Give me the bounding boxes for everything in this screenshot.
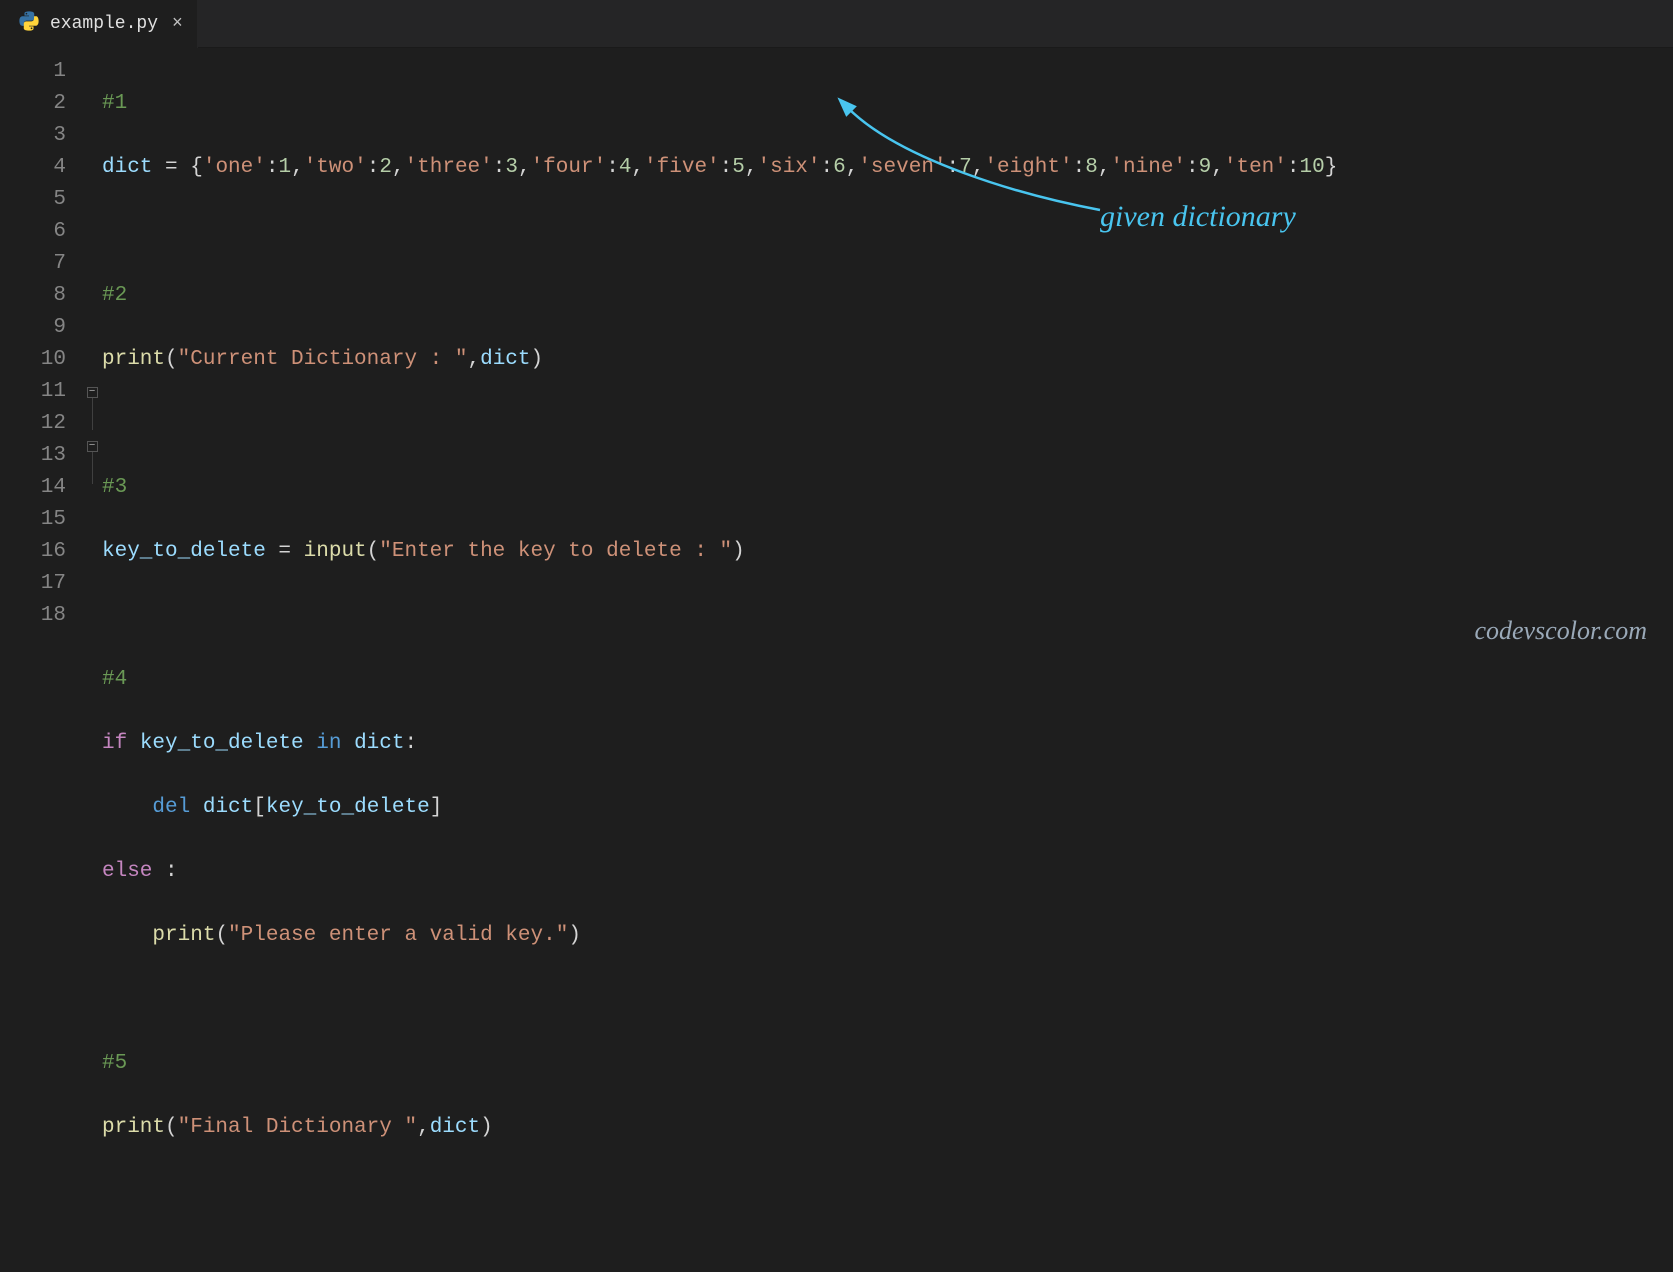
code-comment: #5 — [102, 1052, 127, 1075]
code-line: print("Final Dictionary ",dict) — [102, 1112, 1673, 1144]
line-number: 10 — [0, 344, 66, 376]
line-number: 18 — [0, 600, 66, 632]
tab-filename: example.py — [50, 14, 158, 34]
fold-collapse-icon[interactable]: − — [87, 441, 98, 452]
line-number-gutter: 1 2 3 4 5 6 7 8 9 10 11 12 13 14 15 16 1… — [0, 56, 82, 1272]
line-number: 2 — [0, 88, 66, 120]
watermark: codevscolor.com — [1474, 616, 1647, 646]
line-number: 7 — [0, 248, 66, 280]
code-line: print("Please enter a valid key.") — [102, 920, 1673, 952]
line-number: 16 — [0, 536, 66, 568]
line-number: 13 — [0, 440, 66, 472]
code-editor[interactable]: 1 2 3 4 5 6 7 8 9 10 11 12 13 14 15 16 1… — [0, 48, 1673, 1272]
line-number: 12 — [0, 408, 66, 440]
line-number: 6 — [0, 216, 66, 248]
code-line: else : — [102, 856, 1673, 888]
code-line: key_to_delete = input("Enter the key to … — [102, 536, 1673, 568]
line-number: 8 — [0, 280, 66, 312]
code-line: print("Current Dictionary : ",dict) — [102, 344, 1673, 376]
line-number: 3 — [0, 120, 66, 152]
tab-example-py[interactable]: example.py × — [0, 0, 198, 48]
fold-collapse-icon[interactable]: − — [87, 387, 98, 398]
line-number: 1 — [0, 56, 66, 88]
code-line: del dict[key_to_delete] — [102, 792, 1673, 824]
tab-bar: example.py × — [0, 0, 1673, 48]
code-comment: #3 — [102, 476, 127, 499]
code-comment: #1 — [102, 92, 127, 115]
code-comment: #4 — [102, 668, 127, 691]
line-number: 9 — [0, 312, 66, 344]
code-comment: #2 — [102, 284, 127, 307]
code-line: if key_to_delete in dict: — [102, 728, 1673, 760]
code-line: dict = {'one':1,'two':2,'three':3,'four'… — [102, 152, 1673, 184]
code-area[interactable]: #1 dict = {'one':1,'two':2,'three':3,'fo… — [102, 56, 1673, 1272]
fold-column: − − — [82, 56, 102, 1272]
close-icon[interactable]: × — [172, 14, 183, 34]
line-number: 17 — [0, 568, 66, 600]
line-number: 14 — [0, 472, 66, 504]
line-number: 5 — [0, 184, 66, 216]
line-number: 11 — [0, 376, 66, 408]
line-number: 15 — [0, 504, 66, 536]
python-file-icon — [18, 10, 40, 38]
line-number: 4 — [0, 152, 66, 184]
